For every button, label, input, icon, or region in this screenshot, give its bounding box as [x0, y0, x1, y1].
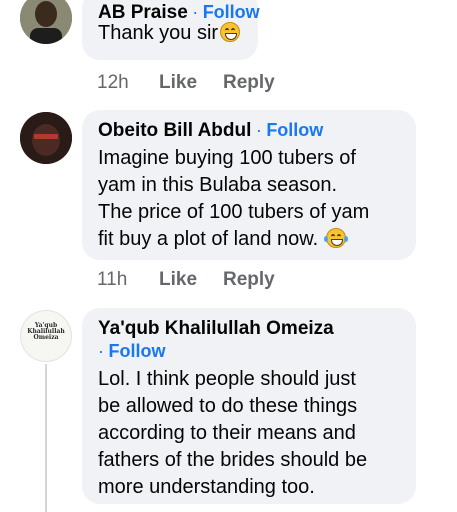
- comment-text-line: Lol. I think people should just: [98, 368, 356, 390]
- reply-button[interactable]: Reply: [223, 72, 275, 94]
- avatar[interactable]: [20, 0, 72, 44]
- comment-bubble: AB Praise · Follow Thank you sir: [82, 0, 260, 60]
- follow-button[interactable]: Follow: [266, 120, 323, 140]
- separator-dot: ·: [192, 2, 199, 22]
- avatar[interactable]: [20, 112, 72, 164]
- comment-time[interactable]: 12h: [97, 72, 159, 94]
- comment-text-line: Imagine buying 100 tubers of: [98, 147, 356, 169]
- comment-text-line: be allowed to do these things: [98, 395, 358, 417]
- comment-author[interactable]: Ya'qub Khalilullah Omeiza: [98, 318, 334, 339]
- comment-text-line: fit buy a plot of land now.: [98, 228, 319, 250]
- comment-bubble: Ya'qub Khalilullah Omeiza · Follow Lol. …: [82, 308, 416, 504]
- comment-actions: 11h Like Reply: [97, 269, 275, 291]
- comment-text-line: fathers of the brides should be: [98, 449, 368, 471]
- separator-dot: ·: [255, 120, 262, 140]
- comment-text: Thank you sir: [98, 22, 219, 44]
- avatar-logo-text: Ya'qub Khalilullah Omeiza: [27, 322, 65, 341]
- comment-text-line: yam in this Bulaba season.: [98, 174, 338, 196]
- tears-of-joy-icon: [323, 228, 348, 248]
- comment-bubble: Obeito Bill Abdul · Follow Imagine buyin…: [82, 110, 416, 260]
- separator-dot: ·: [98, 341, 104, 361]
- comment-text-line: according to their means and: [98, 422, 356, 444]
- comment-author[interactable]: Obeito Bill Abdul: [98, 120, 251, 141]
- follow-button[interactable]: Follow: [108, 341, 165, 361]
- avatar[interactable]: Ya'qub Khalilullah Omeiza: [20, 310, 72, 362]
- like-button[interactable]: Like: [159, 72, 223, 94]
- reply-button[interactable]: Reply: [223, 269, 275, 291]
- avatar-photo-icon: [20, 0, 72, 44]
- comment-actions: 12h Like Reply: [97, 72, 275, 94]
- thread-line: [45, 364, 47, 512]
- grinning-squint-icon: [220, 22, 241, 42]
- comment-text-line: more understanding too.: [98, 476, 315, 498]
- follow-button[interactable]: Follow: [203, 2, 260, 22]
- comment-time[interactable]: 11h: [97, 269, 159, 291]
- comment-text-line: The price of 100 tubers of yam: [98, 201, 370, 223]
- like-button[interactable]: Like: [159, 269, 223, 291]
- avatar-photo-icon: [20, 112, 72, 164]
